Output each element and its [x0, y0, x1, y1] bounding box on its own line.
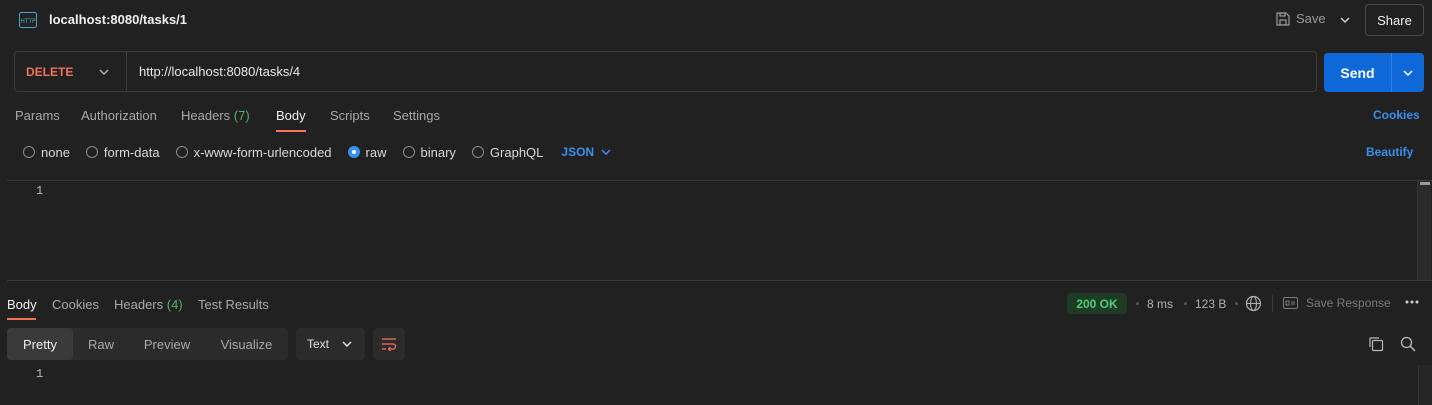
radio-button[interactable]: [471, 146, 484, 158]
save-icon: [1276, 11, 1290, 26]
cookies-link[interactable]: Cookies: [1373, 108, 1420, 122]
headers-count: (7): [233, 108, 250, 123]
chevron-down-icon: [342, 341, 352, 348]
search-icon[interactable]: [1400, 336, 1416, 352]
save-response-icon: [1283, 297, 1298, 309]
http-icon: HTTP: [19, 12, 37, 28]
radio-label: binary: [420, 144, 456, 160]
format-select[interactable]: JSON: [561, 145, 612, 159]
send-options-button[interactable]: [1392, 53, 1424, 92]
chevron-down-icon[interactable]: [1338, 13, 1352, 27]
wrap-lines-button[interactable]: [373, 328, 405, 360]
response-view-selector: Pretty Raw Preview Visualize: [7, 328, 288, 360]
radio-label: raw: [365, 144, 387, 160]
active-tab-indicator: [276, 130, 306, 132]
response-size[interactable]: 123 B: [1195, 297, 1226, 311]
line-number: 1: [36, 367, 44, 381]
tab-test-results[interactable]: Test Results: [198, 297, 269, 312]
view-raw[interactable]: Raw: [73, 328, 129, 360]
format-label: JSON: [561, 145, 595, 159]
share-button[interactable]: Share: [1365, 4, 1424, 36]
copy-icon[interactable]: [1368, 336, 1384, 352]
separator-dot: [1235, 302, 1238, 305]
radio-none[interactable]: none: [23, 145, 70, 160]
active-tab-indicator: [7, 318, 36, 320]
chevron-down-icon: [99, 69, 109, 76]
wrap-lines-icon: [382, 338, 397, 351]
radio-button[interactable]: [347, 146, 360, 158]
tab-scripts[interactable]: Scripts: [330, 108, 370, 123]
globe-icon[interactable]: [1245, 295, 1262, 312]
request-header: HTTP localhost:8080/tasks/1 Save Share: [0, 0, 1432, 40]
tab-label: Headers: [114, 297, 164, 312]
radio-label: x-www-form-urlencoded: [193, 144, 332, 160]
save-response-button[interactable]: Save Response: [1283, 296, 1391, 310]
view-visualize[interactable]: Visualize: [205, 328, 288, 360]
scrollbar-thumb[interactable]: [1420, 182, 1430, 185]
radio-label: none: [41, 144, 70, 160]
radio-graphql[interactable]: GraphQL: [471, 144, 544, 160]
more-options-icon[interactable]: [1405, 297, 1419, 307]
url-input[interactable]: [139, 52, 1299, 91]
separator-dot: [1184, 302, 1187, 305]
radio-raw[interactable]: raw: [347, 144, 387, 160]
tab-body[interactable]: Body: [276, 108, 306, 123]
radio-button[interactable]: [402, 146, 415, 158]
method-label: DELETE: [26, 64, 74, 79]
chevron-down-icon: [1403, 69, 1413, 76]
tab-headers[interactable]: Headers (7): [181, 108, 250, 123]
response-format-select[interactable]: Text: [296, 328, 365, 360]
separator-dot: [1136, 302, 1139, 305]
radio-button[interactable]: [23, 146, 35, 158]
send-button-group: Send: [1324, 53, 1424, 92]
line-number: 1: [36, 184, 44, 198]
radio-label: form-data: [103, 144, 160, 160]
status-badge[interactable]: 200 OK: [1067, 293, 1127, 314]
tab-params[interactable]: Params: [15, 108, 60, 123]
format-label: Text: [307, 337, 330, 351]
response-time[interactable]: 8 ms: [1147, 297, 1173, 311]
radio-button[interactable]: [85, 146, 98, 158]
svg-text:HTTP: HTTP: [20, 18, 36, 25]
save-label: Save: [1296, 11, 1326, 26]
url-bar: DELETE: [14, 51, 1317, 92]
tab-response-cookies[interactable]: Cookies: [52, 297, 99, 312]
tab-settings[interactable]: Settings: [393, 108, 440, 123]
divider: [126, 52, 127, 91]
request-title[interactable]: localhost:8080/tasks/1: [49, 12, 187, 27]
view-pretty[interactable]: Pretty: [7, 328, 73, 360]
chevron-down-icon: [601, 149, 611, 156]
tab-label: Headers: [181, 108, 231, 123]
radio-label: GraphQL: [489, 144, 544, 160]
beautify-link[interactable]: Beautify: [1366, 145, 1413, 159]
radio-button[interactable]: [175, 146, 188, 158]
tab-authorization[interactable]: Authorization: [81, 108, 157, 123]
send-button[interactable]: Send: [1324, 53, 1391, 92]
view-preview[interactable]: Preview: [129, 328, 205, 360]
request-body-editor[interactable]: 1: [7, 180, 1432, 281]
tab-response-headers[interactable]: Headers (4): [114, 297, 183, 312]
radio-x-www-form-urlencoded[interactable]: x-www-form-urlencoded: [175, 144, 332, 160]
body-type-selector: none form-data x-www-form-urlencoded raw…: [23, 144, 612, 160]
tab-response-body[interactable]: Body: [7, 297, 37, 312]
editor-scrollbar[interactable]: [1417, 181, 1431, 280]
divider: [1272, 295, 1273, 312]
response-scrollbar[interactable]: [1418, 365, 1432, 405]
headers-count: (4): [166, 297, 183, 312]
radio-form-data[interactable]: form-data: [85, 144, 160, 160]
save-response-label: Save Response: [1306, 296, 1391, 310]
save-button[interactable]: Save: [1276, 11, 1326, 26]
radio-binary[interactable]: binary: [402, 144, 456, 160]
